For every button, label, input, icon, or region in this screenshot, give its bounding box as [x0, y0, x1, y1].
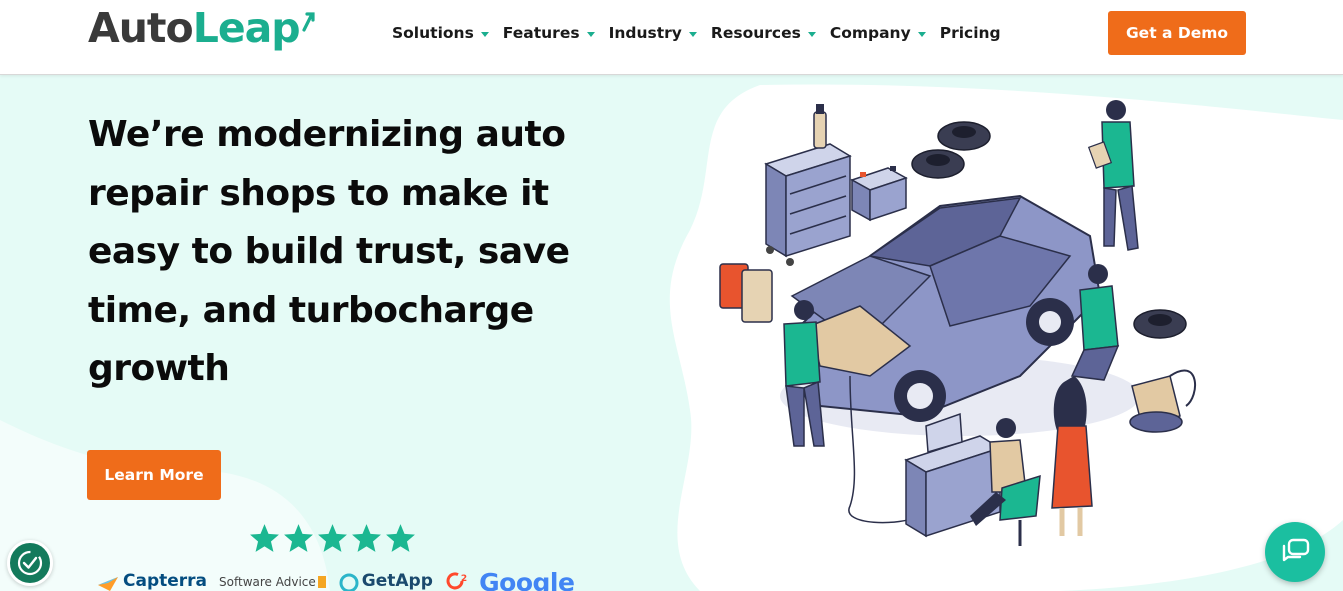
chevron-down-icon [480, 31, 489, 37]
headline-line: We’re modernizing auto [88, 114, 566, 155]
software-advice-text: Software Advice [219, 575, 316, 589]
getapp-text: GetApp [361, 571, 433, 591]
chevron-down-icon [586, 31, 595, 37]
google-logo[interactable]: Google [479, 571, 575, 591]
g2-superscript: 2 [460, 574, 468, 584]
headline-line: easy to build trust, save [88, 231, 570, 272]
g2-logo[interactable]: 2 [445, 571, 467, 591]
shop-vacuum-illustration [1129, 369, 1197, 433]
headline-line: repair shops to make it [88, 172, 549, 214]
star-icon [318, 524, 347, 552]
tires-stack-illustration [911, 121, 991, 179]
nav-label: Industry [608, 24, 682, 42]
capterra-logo[interactable]: Capterra [98, 571, 207, 591]
capterra-text: Capterra [123, 571, 208, 591]
google-text: Google [479, 571, 575, 591]
getapp-icon [339, 573, 359, 591]
headline-line: time, and turbocharge [88, 289, 534, 331]
autoleap-logo[interactable]: Auto Leap [88, 6, 316, 58]
mechanic-clipboard-illustration [1087, 100, 1139, 251]
chevron-down-icon [688, 31, 697, 37]
main-nav: Solutions Features Industry Resources Co… [392, 22, 1015, 44]
chevron-down-icon [807, 31, 816, 37]
auto-repair-shop-illustration [719, 100, 1197, 546]
nav-label: Pricing [939, 24, 1001, 42]
nav-label: Features [502, 24, 580, 42]
software-advice-logo[interactable]: Software Advice [219, 571, 326, 589]
get-a-demo-button[interactable]: Get a Demo [1108, 11, 1246, 55]
hero-headline: We’re modernizing auto repair shops to m… [88, 106, 648, 399]
nav-item-resources[interactable]: Resources [711, 24, 816, 42]
review-logos: Capterra Software Advice GetApp 2 Google [98, 571, 586, 591]
nav-item-features[interactable]: Features [503, 24, 595, 42]
battery-illustration [850, 166, 908, 222]
nav-label: Resources [710, 24, 801, 42]
learn-more-button[interactable]: Learn More [87, 450, 221, 500]
nav-label: Solutions [392, 24, 474, 42]
star-icon [284, 524, 313, 552]
star-icon [352, 524, 381, 552]
headline-line: growth [88, 348, 230, 389]
tool-cart-illustration [764, 104, 852, 266]
accessibility-widget-button[interactable] [7, 540, 53, 586]
chat-widget-button[interactable] [1265, 522, 1325, 582]
capterra-icon [98, 577, 118, 591]
nav-item-company[interactable]: Company [830, 24, 926, 42]
chat-bubble-icon [1282, 538, 1310, 562]
fuel-cans-illustration [719, 263, 773, 323]
chevron-down-icon [917, 31, 926, 37]
rating-stars [248, 522, 418, 555]
spare-tire-illustration [1133, 309, 1187, 339]
nav-label: Company [829, 24, 911, 42]
star-icon [250, 524, 279, 552]
star-icon [386, 524, 415, 552]
nav-item-pricing[interactable]: Pricing [940, 24, 1001, 42]
logo-arrow-icon [302, 12, 315, 32]
accessibility-check-icon [17, 550, 43, 576]
logo-text-auto: Auto [88, 4, 194, 52]
site-header: Auto Leap Solutions Features Industry Re… [0, 0, 1343, 75]
logo-text-leap: Leap [192, 4, 301, 52]
getapp-logo[interactable]: GetApp [338, 571, 433, 591]
nav-item-industry[interactable]: Industry [609, 24, 697, 42]
nav-item-solutions[interactable]: Solutions [392, 24, 489, 42]
software-advice-mark [317, 576, 326, 588]
